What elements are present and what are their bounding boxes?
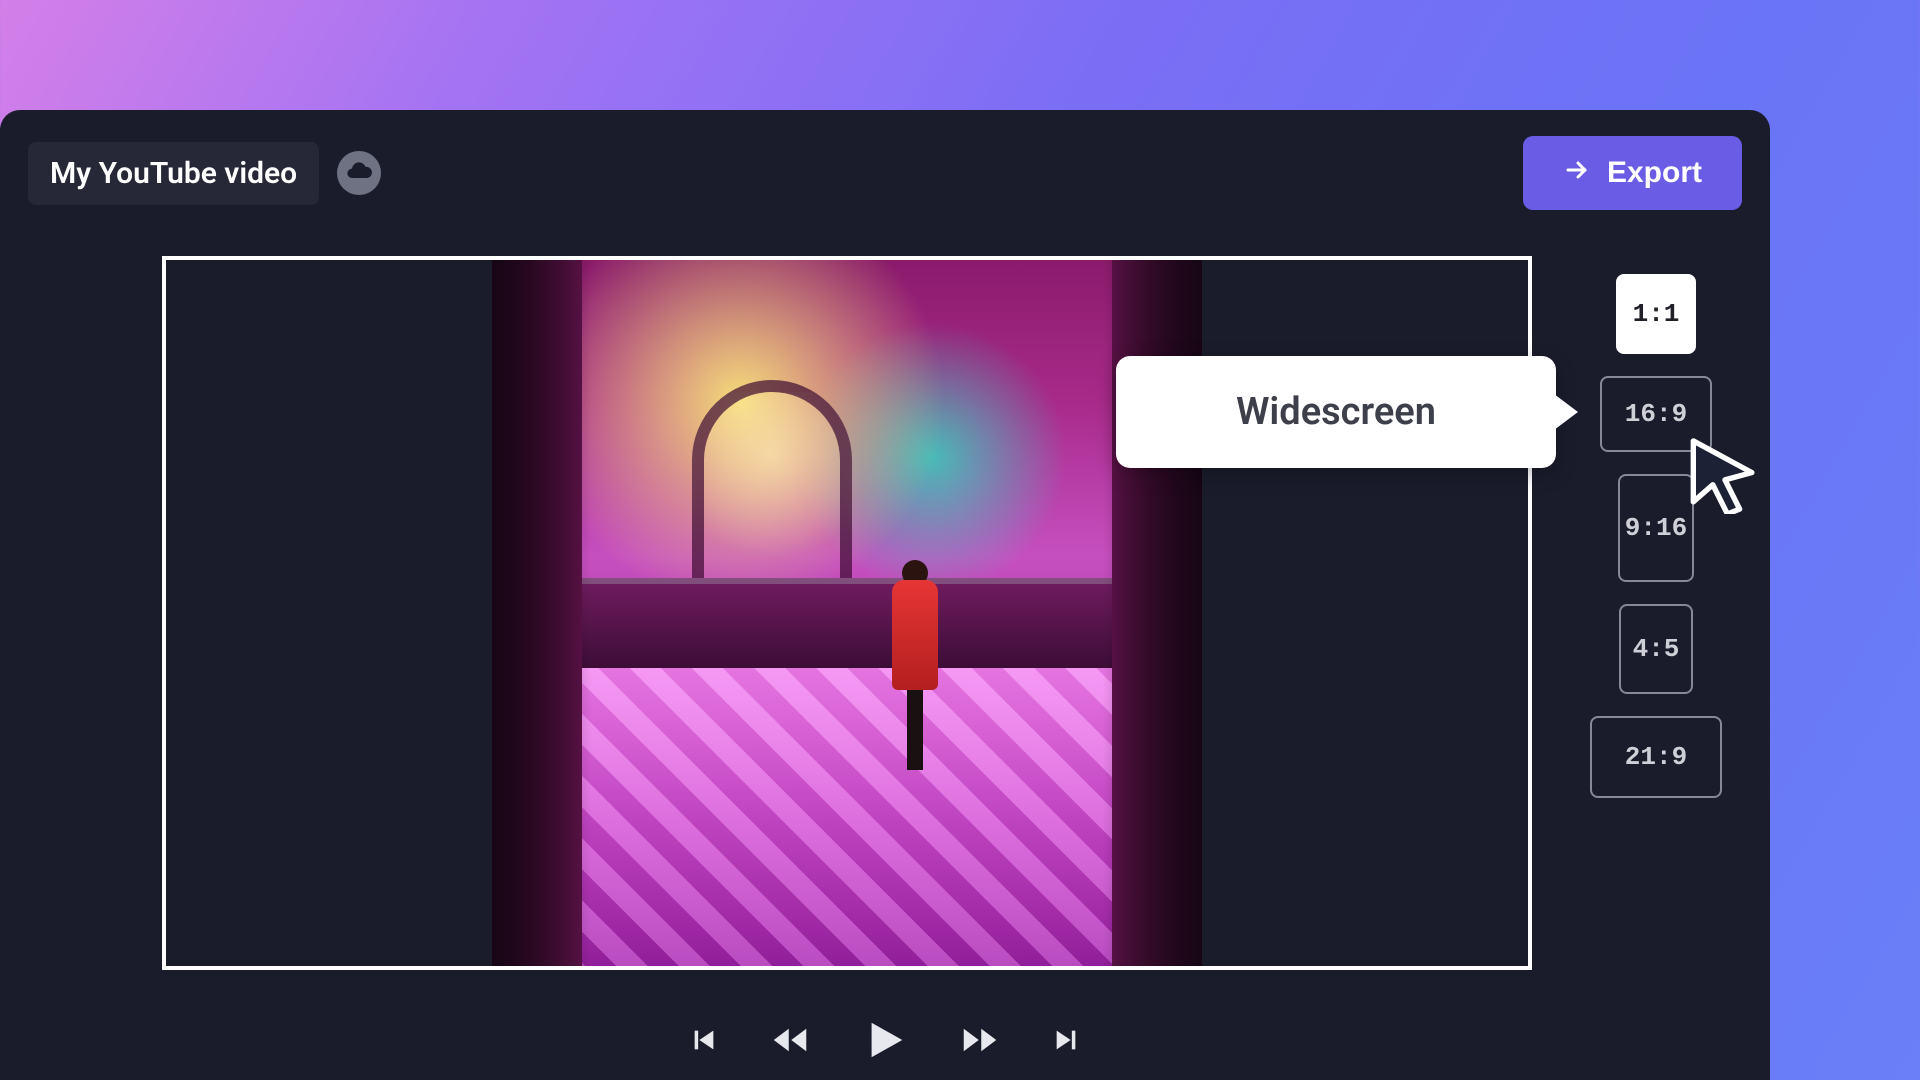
aspect-ratio-panel: 1:1 16:9 9:16 4:5 21:9 bbox=[1590, 274, 1722, 798]
video-canvas[interactable]: Widescreen bbox=[162, 256, 1532, 970]
aspect-ratio-1-1[interactable]: 1:1 bbox=[1616, 274, 1696, 354]
cloud-sync-badge[interactable] bbox=[337, 151, 381, 195]
rewind-button[interactable] bbox=[770, 1025, 810, 1058]
skip-start-button[interactable] bbox=[690, 1026, 718, 1057]
play-button[interactable] bbox=[862, 1014, 908, 1069]
aspect-ratio-9-16[interactable]: 9:16 bbox=[1618, 474, 1694, 582]
skip-end-icon bbox=[1052, 1026, 1080, 1057]
skip-end-button[interactable] bbox=[1052, 1026, 1080, 1057]
skip-start-icon bbox=[690, 1026, 718, 1057]
cloud-check-icon bbox=[345, 157, 373, 189]
fast-forward-button[interactable] bbox=[960, 1025, 1000, 1058]
export-button-label: Export bbox=[1607, 156, 1702, 190]
stage-row: Widescreen 1:1 16:9 9:16 4:5 21:9 bbox=[28, 256, 1742, 970]
play-icon bbox=[862, 1014, 908, 1069]
editor-window: My YouTube video Export Widescreen bbox=[0, 110, 1770, 1080]
aspect-ratio-4-5[interactable]: 4:5 bbox=[1619, 604, 1693, 694]
aspect-ratio-16-9[interactable]: 16:9 bbox=[1600, 376, 1712, 452]
fast-forward-icon bbox=[960, 1025, 1000, 1058]
aspect-tooltip: Widescreen bbox=[1116, 356, 1556, 468]
top-bar: My YouTube video Export bbox=[28, 136, 1742, 210]
arrow-right-icon bbox=[1563, 156, 1591, 190]
aspect-ratio-21-9[interactable]: 21:9 bbox=[1590, 716, 1722, 798]
project-title[interactable]: My YouTube video bbox=[28, 142, 319, 205]
video-preview-image bbox=[492, 260, 1202, 966]
playback-controls bbox=[28, 1014, 1742, 1069]
rewind-icon bbox=[770, 1025, 810, 1058]
aspect-tooltip-wrap: Widescreen bbox=[1116, 356, 1556, 468]
export-button[interactable]: Export bbox=[1523, 136, 1742, 210]
